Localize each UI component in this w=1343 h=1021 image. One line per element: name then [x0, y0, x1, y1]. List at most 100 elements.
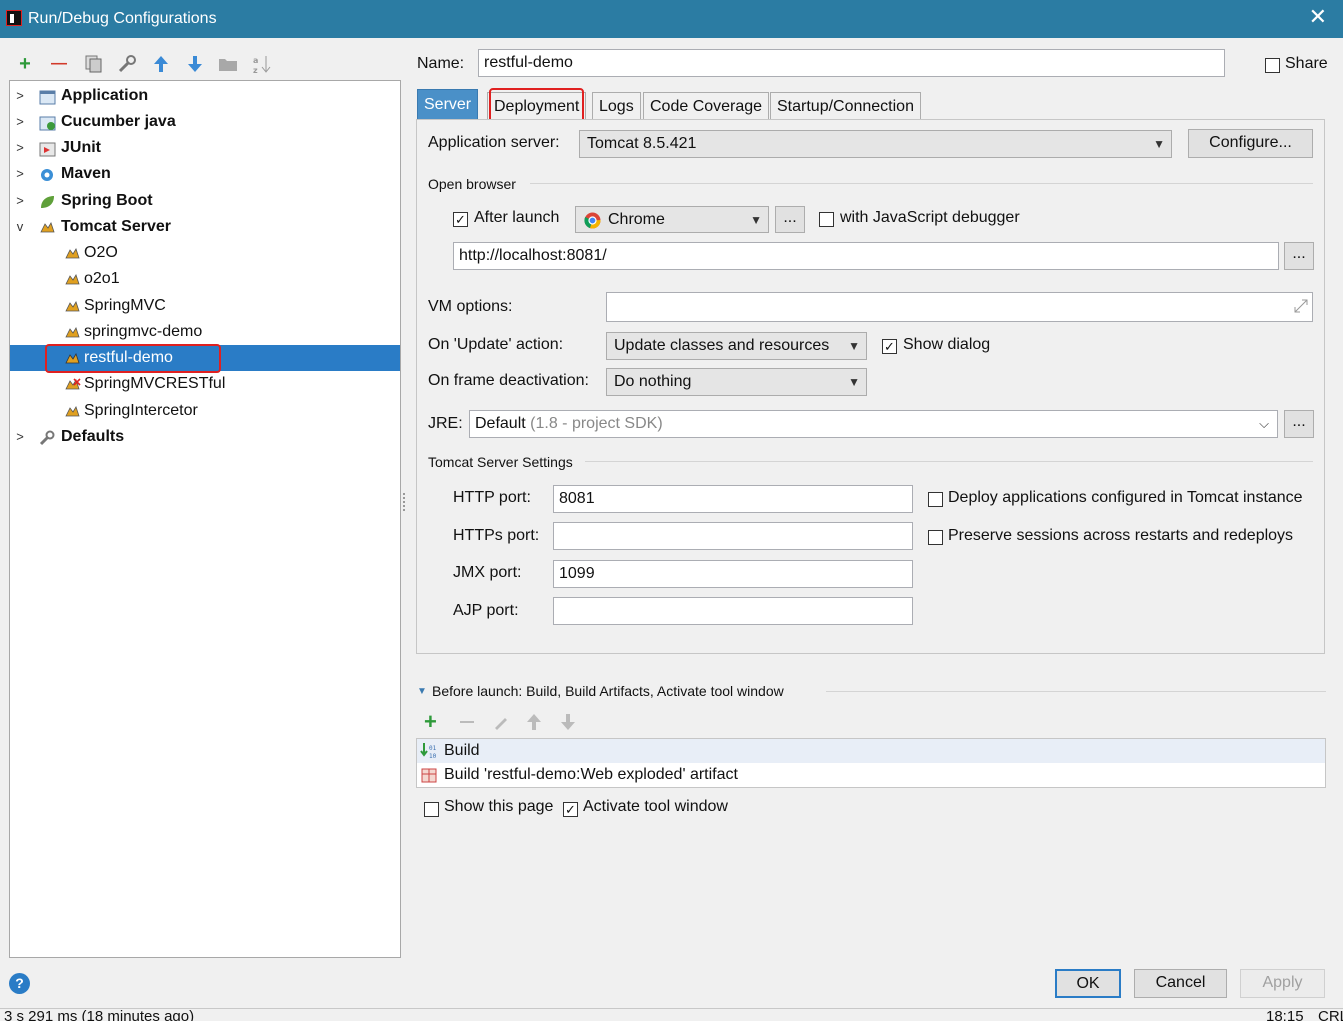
expand-arrow-icon[interactable]: > — [13, 188, 27, 214]
name-field[interactable]: restful-demo — [478, 49, 1225, 77]
configure-button[interactable]: Configure... — [1188, 129, 1313, 158]
tree-item-spring-boot[interactable]: > Spring Boot — [10, 188, 400, 214]
tab-logs[interactable]: Logs — [592, 92, 641, 120]
jre-select[interactable]: Default (1.8 - project SDK) ⌵ — [469, 410, 1278, 438]
frame-deactivation-select[interactable]: Do nothing ▼ — [606, 368, 867, 396]
jre-browse-button[interactable]: ... — [1284, 410, 1314, 438]
move-task-up-icon[interactable] — [526, 713, 542, 736]
move-down-icon[interactable] — [184, 53, 206, 75]
configuration-tree[interactable]: > Application > Cucumber java > JUnit > … — [9, 80, 401, 958]
status-time: 18:15 — [1266, 1008, 1304, 1021]
jmx-port-label: JMX port: — [453, 564, 522, 581]
expand-arrow-icon[interactable]: > — [13, 424, 27, 450]
js-debugger-checkbox[interactable] — [819, 212, 834, 227]
move-up-icon[interactable] — [150, 53, 172, 75]
tree-item-tomcat-server[interactable]: v Tomcat Server — [10, 214, 400, 240]
edit-task-icon[interactable] — [492, 713, 510, 736]
close-icon[interactable]: ✕ — [1309, 6, 1327, 28]
tree-item-junit[interactable]: > JUnit — [10, 135, 400, 161]
update-action-select[interactable]: Update classes and resources ▼ — [606, 332, 867, 360]
http-port-field[interactable]: 8081 — [553, 485, 913, 513]
url-browse-button[interactable]: ... — [1284, 242, 1314, 270]
highlight-box — [45, 344, 221, 373]
intellij-icon — [6, 10, 22, 26]
tab-startup-connection[interactable]: Startup/Connection — [770, 92, 921, 120]
activate-tool-window-checkbox[interactable]: ✓ — [563, 802, 578, 817]
help-icon[interactable]: ? — [9, 973, 30, 994]
ajp-port-field[interactable] — [553, 597, 913, 625]
tree-item-maven[interactable]: > Maven — [10, 161, 400, 187]
expand-arrow-icon[interactable]: > — [13, 135, 27, 161]
frame-deactivation-label: On frame deactivation: — [428, 372, 589, 389]
collapse-arrow-icon[interactable]: v — [13, 214, 27, 240]
tomcat-icon — [64, 403, 81, 419]
http-port-label: HTTP port: — [453, 489, 531, 506]
expand-arrow-icon[interactable]: > — [13, 109, 27, 135]
preserve-sessions-checkbox[interactable] — [928, 530, 943, 545]
tab-server[interactable]: Server — [417, 89, 479, 120]
cancel-button[interactable]: Cancel — [1134, 969, 1227, 998]
folder-icon[interactable] — [217, 53, 239, 75]
deploy-apps-checkbox[interactable] — [928, 492, 943, 507]
jmx-port-field[interactable]: 1099 — [553, 560, 913, 588]
tree-item-springmvcrestful[interactable]: SpringMVCRESTful — [10, 371, 400, 397]
sort-icon[interactable]: az — [251, 53, 273, 75]
tree-item-defaults[interactable]: > Defaults — [10, 424, 400, 450]
tree-item-springintercetor[interactable]: SpringIntercetor — [10, 398, 400, 424]
ajp-port-label: AJP port: — [453, 602, 519, 619]
tomcat-icon — [39, 219, 56, 235]
junit-icon — [39, 140, 56, 157]
tree-item-application[interactable]: > Application — [10, 83, 400, 109]
jre-label: JRE: — [428, 415, 463, 432]
move-task-down-icon[interactable] — [560, 713, 576, 736]
list-item[interactable]: 01 10 Build — [417, 739, 1325, 763]
show-dialog-checkbox[interactable]: ✓ — [882, 339, 897, 354]
tree-item-label: SpringMVC — [84, 297, 166, 314]
wrench-icon[interactable] — [116, 53, 138, 75]
tree-item-cucumber-java[interactable]: > Cucumber java — [10, 109, 400, 135]
browser-select[interactable]: Chrome ▼ — [575, 206, 769, 233]
after-launch-checkbox[interactable]: ✓ — [453, 212, 468, 227]
browser-url-field[interactable]: http://localhost:8081/ — [453, 242, 1279, 270]
tomcat-settings-title: Tomcat Server Settings — [428, 454, 579, 470]
chrome-icon — [584, 212, 601, 238]
tree-item-label: O2O — [84, 244, 118, 261]
list-item[interactable]: Build 'restful-demo:Web exploded' artifa… — [417, 764, 1325, 788]
cucumber-icon — [39, 114, 56, 131]
share-checkbox[interactable] — [1265, 58, 1280, 73]
remove-icon[interactable]: — — [48, 53, 70, 75]
splitter-handle[interactable] — [403, 493, 406, 511]
application-server-select[interactable]: Tomcat 8.5.421 ▼ — [579, 130, 1172, 158]
ok-button[interactable]: OK — [1055, 969, 1121, 998]
tree-item-springmvc[interactable]: SpringMVC — [10, 293, 400, 319]
expand-arrow-icon[interactable]: > — [13, 83, 27, 109]
collapse-triangle-icon[interactable]: ▼ — [417, 686, 427, 697]
tree-item-o2o[interactable]: O2O — [10, 240, 400, 266]
https-port-field[interactable] — [553, 522, 913, 550]
tree-item-label: JUnit — [61, 139, 101, 156]
frame-deactivation-value: Do nothing — [614, 373, 692, 390]
tree-item-springmvc-demo[interactable]: springmvc-demo — [10, 319, 400, 345]
tree-item-o2o1[interactable]: o2o1 — [10, 266, 400, 292]
deploy-apps-label: Deploy applications configured in Tomcat… — [948, 489, 1303, 506]
browser-settings-button[interactable]: ... — [775, 206, 805, 233]
tomcat-icon — [64, 245, 81, 261]
add-icon[interactable]: + — [14, 53, 36, 75]
expand-arrow-icon[interactable]: > — [13, 161, 27, 187]
tomcat-icon — [64, 271, 81, 287]
apply-button[interactable]: Apply — [1240, 969, 1325, 998]
svg-text:z: z — [253, 66, 258, 74]
status-line-separator: CRL — [1318, 1008, 1343, 1021]
vm-options-field[interactable] — [606, 292, 1313, 322]
show-this-page-checkbox[interactable] — [424, 802, 439, 817]
copy-icon[interactable] — [83, 53, 105, 75]
tree-item-label: Application — [61, 87, 149, 104]
tab-code-coverage[interactable]: Code Coverage — [643, 92, 770, 120]
expand-icon[interactable] — [1294, 299, 1308, 318]
before-launch-task-list[interactable]: 01 10 Build Build 'restful-demo:Web explo… — [416, 738, 1326, 788]
tomcat-icon — [64, 324, 81, 340]
tree-item-label: Cucumber java — [61, 113, 176, 130]
application-server-value: Tomcat 8.5.421 — [587, 135, 697, 152]
add-task-icon[interactable]: + — [424, 711, 437, 733]
remove-task-icon[interactable] — [458, 713, 476, 736]
